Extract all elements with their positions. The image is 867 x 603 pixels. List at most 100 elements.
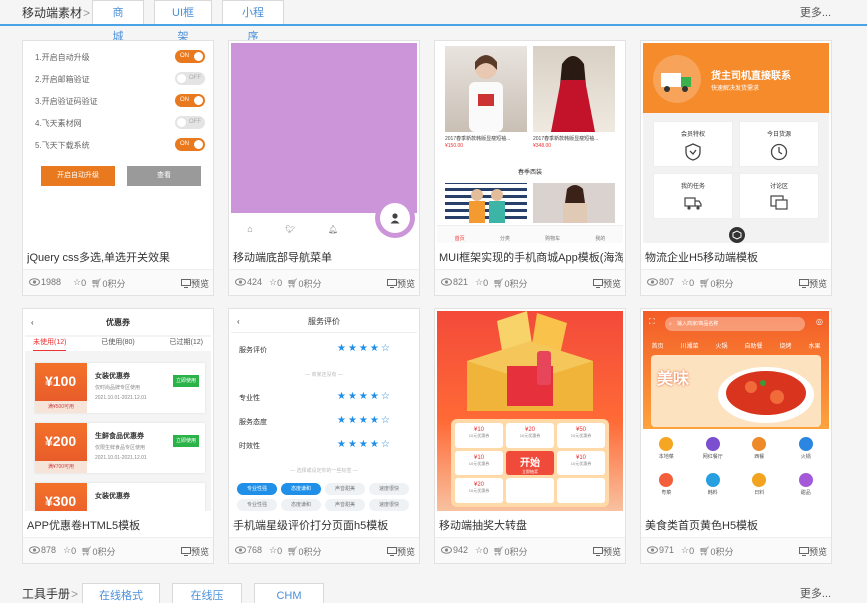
tag-chip[interactable]: 专业性强: [237, 499, 277, 511]
card-thumbnail[interactable]: ‹ 优惠券 未使用(12) 已使用(80) 已过期(12) ¥100 满¥500可用…: [25, 311, 211, 511]
card-bottom-nav[interactable]: ⌂ 🐦︎ 🔔︎ 移动端底部导航菜单 424 ☆ 0 🛒︎ 0积分 预览: [228, 40, 420, 296]
coupon-item[interactable]: ¥300 女装优惠券: [35, 483, 205, 511]
today-cell[interactable]: 今日货源: [739, 121, 819, 167]
use-now-button[interactable]: 立即使用: [173, 375, 199, 387]
category-japanese[interactable]: 日料: [744, 473, 774, 496]
more-link[interactable]: 更多...: [800, 585, 831, 601]
start-button[interactable]: 开始 立即抽奖: [506, 450, 554, 476]
tag-chip[interactable]: 态度谦和: [281, 483, 321, 495]
toggle-switch[interactable]: OFF: [175, 116, 205, 129]
category-local[interactable]: 本地菜: [651, 437, 681, 460]
tab-chm-docs[interactable]: CHM文档: [254, 583, 324, 603]
star-rating[interactable]: ★★★★☆: [337, 439, 392, 450]
card-title[interactable]: 物流企业H5移动端模板: [645, 249, 829, 265]
prize-cell[interactable]: [557, 478, 605, 503]
back-icon[interactable]: ‹: [237, 311, 240, 333]
forum-cell[interactable]: 讨论区: [739, 173, 819, 219]
tag-chip[interactable]: 声音甜美: [325, 483, 365, 495]
tag-chip[interactable]: 速度很快: [369, 499, 409, 511]
user-fab[interactable]: [380, 203, 410, 233]
section-title[interactable]: 移动端素材>: [22, 4, 90, 21]
preview-button[interactable]: 预览: [180, 277, 209, 290]
card-thumbnail[interactable]: ⌂ 🐦︎ 🔔︎: [231, 43, 417, 243]
toggle-switch[interactable]: ON: [175, 50, 205, 63]
prize-cell[interactable]: [506, 478, 554, 503]
card-toggle-switch[interactable]: 1.开启自动升级 ON 2.开启邮箱验证 OFF 3.开启验证码验证 ON 4.飞天素…: [22, 40, 214, 296]
tag-chip[interactable]: 专业性强: [237, 483, 277, 495]
card-thumbnail[interactable]: 1.开启自动升级 ON 2.开启邮箱验证 OFF 3.开启验证码验证 ON 4.飞天素…: [25, 43, 211, 243]
prize-cell[interactable]: ¥10 10元优惠券: [455, 423, 503, 448]
card-mui-mall[interactable]: 2017春季新款韩版显瘦短袖... ¥150.00 2017春季新款韩版显瘦短袖…: [434, 40, 626, 296]
food-banner[interactable]: 美味: [651, 355, 821, 427]
tab-online-format[interactable]: 在线格式化: [82, 583, 160, 603]
category-popular[interactable]: 网红餐厅: [698, 437, 728, 460]
category-korean[interactable]: 韩料: [698, 473, 728, 496]
tab-used[interactable]: 已使用(80): [101, 337, 134, 351]
category-hotpot[interactable]: 火锅: [791, 437, 821, 460]
preview-button[interactable]: 预览: [386, 277, 415, 290]
category-cantonese[interactable]: 粤菜: [651, 473, 681, 496]
prize-cell[interactable]: ¥20 10元优惠券: [506, 423, 554, 448]
prize-cell[interactable]: ¥20 10元优惠券: [455, 478, 503, 503]
tab-online-compress[interactable]: 在线压缩: [172, 583, 242, 603]
card-lottery[interactable]: ¥10 10元优惠券 ¥20 10元优惠券 ¥50 10元优惠券 ¥10 10元优惠券 …: [434, 308, 626, 564]
card-thumbnail[interactable]: 2017春季新款韩版显瘦短袖... ¥150.00 2017春季新款韩版显瘦短袖…: [437, 43, 623, 243]
card-coupon[interactable]: ‹ 优惠券 未使用(12) 已使用(80) 已过期(12) ¥100 满¥500可用…: [22, 308, 214, 564]
card-title[interactable]: APP优惠卷HTML5模板: [27, 517, 211, 533]
prize-cell[interactable]: ¥10 10元优惠券: [557, 450, 605, 476]
back-icon[interactable]: ‹: [31, 311, 34, 335]
section-title[interactable]: 工具手册>: [22, 585, 78, 602]
tab-ui-framework[interactable]: UI框架: [154, 0, 212, 43]
prize-cell[interactable]: ¥50 10元优惠券: [557, 423, 605, 448]
tab-expired[interactable]: 已过期(12): [170, 337, 203, 351]
tag-chip[interactable]: 速度很快: [369, 483, 409, 495]
card-title[interactable]: MUI框架实现的手机商城App模板(海淘): [439, 249, 623, 265]
food-icon-row: 本地菜 网红餐厅 西餐 火锅: [643, 437, 829, 460]
card-thumbnail[interactable]: 货主司机直接联系 快速解决发货需求 会员特权 今日货源 我的任务 讨论区: [643, 43, 829, 243]
card-title[interactable]: 手机端星级评价打分页面h5模板: [233, 517, 417, 533]
card-title[interactable]: 移动端抽奖大转盘: [439, 517, 623, 533]
toggle-switch[interactable]: ON: [175, 138, 205, 151]
tag-chip[interactable]: 声音甜美: [325, 499, 365, 511]
preview-button[interactable]: 预览: [180, 545, 209, 558]
star-rating[interactable]: ★★★★☆: [337, 415, 392, 426]
message-icon[interactable]: ◎: [816, 317, 823, 326]
category-dessert[interactable]: 甜品: [791, 473, 821, 496]
tag-chip[interactable]: 态度谦和: [281, 499, 321, 511]
preview-button[interactable]: 预览: [798, 277, 827, 290]
search-bar[interactable]: ⌕ 输入商家/商品名称: [665, 317, 805, 331]
card-title[interactable]: 美食类首页黄色H5模板: [645, 517, 829, 533]
preview-button[interactable]: 预览: [592, 545, 621, 558]
preview-button[interactable]: 预览: [798, 545, 827, 558]
prize-cell[interactable]: ¥10 10元优惠券: [455, 450, 503, 476]
toggle-switch[interactable]: ON: [175, 94, 205, 107]
card-food[interactable]: ⌕ 输入商家/商品名称 ⛶ ◎ 首页 川湘菜 火锅 自助餐 烧烤 水果 美味 本地…: [640, 308, 832, 564]
coupon-item[interactable]: ¥100 满¥500可用 女装优惠券 仅时尚品牌专区使用 2021.10.01-2…: [35, 363, 205, 413]
task-cell[interactable]: 我的任务: [653, 173, 733, 219]
card-thumbnail[interactable]: ⌕ 输入商家/商品名称 ⛶ ◎ 首页 川湘菜 火锅 自助餐 烧烤 水果 美味 本地…: [643, 311, 829, 511]
tab-mall[interactable]: 商城: [92, 0, 144, 43]
more-link[interactable]: 更多...: [800, 4, 831, 20]
card-logistics[interactable]: 货主司机直接联系 快速解决发货需求 会员特权 今日货源 我的任务 讨论区 物流企…: [640, 40, 832, 296]
tab-unused[interactable]: 未使用(12): [33, 337, 67, 351]
enable-upgrade-button[interactable]: 开启自动升级: [41, 166, 115, 186]
category-western[interactable]: 西餐: [744, 437, 774, 460]
view-button[interactable]: 查看: [127, 166, 201, 186]
eye-icon: [235, 546, 246, 554]
toggle-switch[interactable]: OFF: [175, 72, 205, 85]
card-star-rating[interactable]: ‹ 服务评价 服务评价 ★★★★☆ — 商家还没有 — 专业性 ★★★★☆ 服务态度 ★…: [228, 308, 420, 564]
scan-icon[interactable]: ⛶: [649, 317, 655, 327]
card-title[interactable]: jQuery css多选,单选开关效果: [27, 249, 211, 265]
use-now-button[interactable]: 立即使用: [173, 435, 199, 447]
preview-button[interactable]: 预览: [592, 277, 621, 290]
toggle-row: 4.飞天素材网 OFF: [35, 113, 205, 133]
coupon-item[interactable]: ¥200 满¥700可用 生鲜食品优惠券 仅限生鲜食品专区使用 2021.10.0…: [35, 423, 205, 473]
card-title[interactable]: 移动端底部导航菜单: [233, 249, 417, 265]
star-rating[interactable]: ★★★★☆: [337, 391, 392, 402]
card-thumbnail[interactable]: ‹ 服务评价 服务评价 ★★★★☆ — 商家还没有 — 专业性 ★★★★☆ 服务态度 ★…: [231, 311, 417, 511]
member-cell[interactable]: 会员特权: [653, 121, 733, 167]
star-rating[interactable]: ★★★★☆: [337, 343, 392, 354]
preview-button[interactable]: 预览: [386, 545, 415, 558]
card-thumbnail[interactable]: ¥10 10元优惠券 ¥20 10元优惠券 ¥50 10元优惠券 ¥10 10元优惠券 …: [437, 311, 623, 511]
tab-mini-program[interactable]: 小程序: [222, 0, 284, 43]
